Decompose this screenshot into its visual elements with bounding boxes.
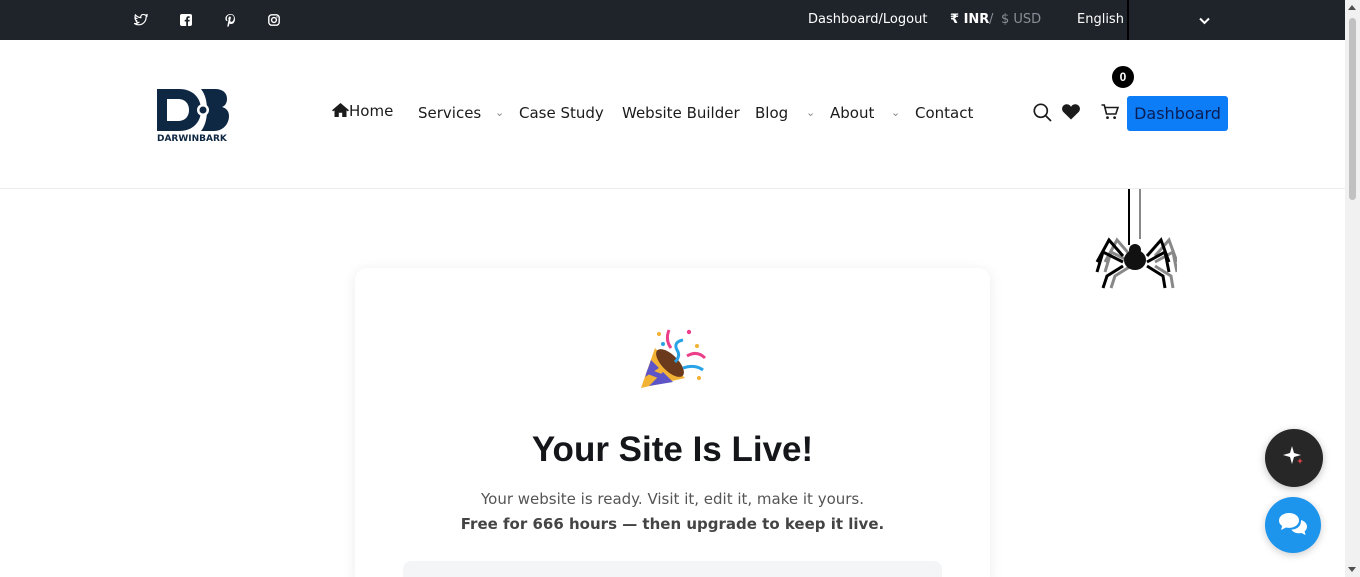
scroll-up-arrow[interactable]: [1348, 5, 1356, 10]
card-inner-panel: [403, 561, 942, 577]
topbar-account-links: Dashboard/Logout: [808, 12, 927, 27]
nav-about[interactable]: About: [830, 104, 874, 122]
scroll-down-arrow[interactable]: [1348, 567, 1356, 572]
logout-link[interactable]: Logout: [883, 12, 928, 27]
currency-inr[interactable]: ₹ INR: [950, 12, 989, 27]
chevron-down-icon[interactable]: ⌄: [891, 106, 900, 119]
logo-text: DARWINBARK: [157, 134, 228, 143]
card-title: Your Site Is Live!: [531, 430, 814, 469]
darwinbark-logo[interactable]: DARWINBARK: [155, 85, 230, 144]
cart-count-badge: 0: [1110, 64, 1136, 90]
dashboard-button[interactable]: Dashboard: [1127, 96, 1228, 131]
instagram-icon[interactable]: [264, 0, 284, 40]
sparkle-icon: [1283, 445, 1305, 472]
twitter-icon[interactable]: [131, 0, 151, 40]
ai-assistant-button[interactable]: [1265, 429, 1323, 487]
currency-separator: /: [989, 12, 994, 27]
top-bar: Dashboard/Logout ₹ INR / $ USD English: [0, 0, 1345, 40]
pinterest-icon[interactable]: [220, 0, 240, 40]
chevron-down-icon[interactable]: [1199, 12, 1210, 30]
facebook-icon[interactable]: [176, 0, 196, 40]
nav-blog[interactable]: Blog: [755, 104, 788, 122]
spider-icon: [1093, 232, 1179, 292]
site-header: DARWINBARK Home Services ⌄ Case Study We…: [0, 40, 1345, 189]
chat-icon: [1278, 511, 1308, 540]
heart-icon[interactable]: [1062, 104, 1080, 125]
currency-usd[interactable]: $ USD: [1001, 12, 1041, 27]
cart-icon[interactable]: [1101, 104, 1120, 125]
card-note: Free for 666 hours — then upgrade to kee…: [460, 515, 885, 533]
chevron-down-icon[interactable]: ⌄: [806, 106, 815, 119]
site-live-card: Your Site Is Live! Your website is ready…: [355, 268, 990, 577]
party-popper-icon: [639, 326, 707, 392]
scroll-thumb[interactable]: [1349, 18, 1356, 200]
chevron-down-icon[interactable]: ⌄: [495, 106, 504, 119]
dashboard-link[interactable]: Dashboard: [808, 12, 879, 27]
chat-button[interactable]: [1265, 497, 1321, 553]
nav-website-builder[interactable]: Website Builder: [622, 104, 740, 122]
card-subtitle: Your website is ready. Visit it, edit it…: [480, 490, 865, 508]
home-icon: [332, 102, 349, 120]
language-label[interactable]: English: [1077, 12, 1124, 27]
nav-contact[interactable]: Contact: [915, 104, 973, 122]
nav-home[interactable]: Home: [332, 102, 393, 120]
nav-home-label: Home: [349, 102, 394, 120]
nav-services[interactable]: Services: [418, 104, 481, 122]
nav-case-study[interactable]: Case Study: [519, 104, 604, 122]
page-scrollbar[interactable]: [1345, 0, 1360, 577]
divider: [1127, 0, 1129, 40]
search-icon[interactable]: [1033, 103, 1052, 127]
